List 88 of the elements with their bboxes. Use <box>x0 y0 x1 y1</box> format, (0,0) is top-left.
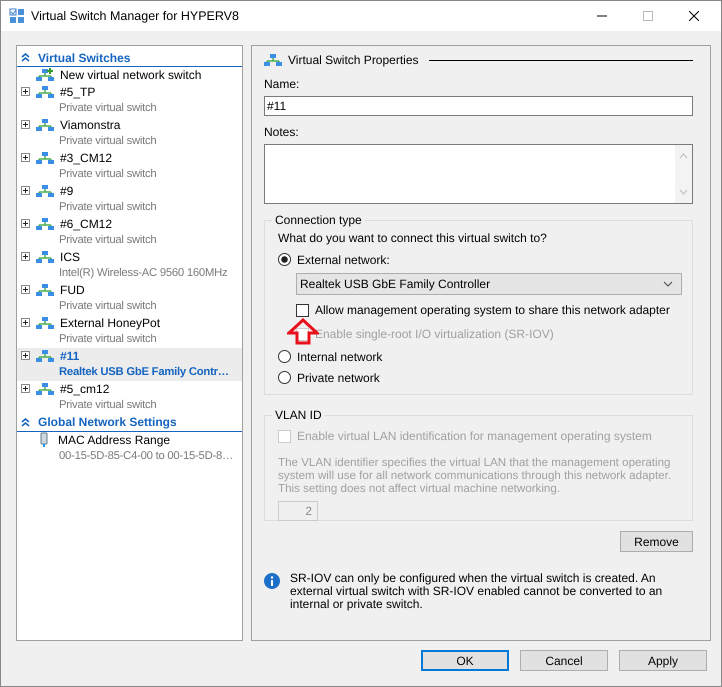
switch-list-item[interactable]: External HoneyPot Private virtual switch <box>17 314 242 348</box>
network-icon <box>264 53 282 67</box>
switch-name: External HoneyPot <box>60 316 160 330</box>
expand-icon[interactable] <box>21 252 30 262</box>
notes-field[interactable] <box>264 144 693 204</box>
name-field[interactable]: #11 <box>264 96 693 116</box>
switch-list-item[interactable]: ICS Intel(R) Wireless-AC 9560 160MHz <box>17 248 242 282</box>
switch-detail: Private virtual switch <box>59 398 156 413</box>
expand-icon[interactable] <box>21 318 30 328</box>
switch-detail: Private virtual switch <box>59 167 156 182</box>
radio-label[interactable]: External network: <box>297 252 390 266</box>
collapse-icon[interactable] <box>21 53 30 62</box>
expand-icon[interactable] <box>21 351 30 360</box>
switch-detail: 00-15-5D-85-C4-00 to 00-15-5D-8… <box>59 449 234 464</box>
switch-name: #11 <box>60 348 80 363</box>
adapter-dropdown[interactable]: Realtek USB GbE Family Controller <box>296 273 682 295</box>
dialog-button[interactable]: OK <box>421 650 509 671</box>
window-title: Virtual Switch Manager for HYPERV8 <box>31 9 239 23</box>
switch-detail: Private virtual switch <box>59 134 156 149</box>
switch-detail: Private virtual switch <box>59 299 156 314</box>
vlan-description: The VLAN identifier specifies the virtual LAN that the management operating system will use for all network communications through this network adapter. This setting does not affect virtual machine networking. <box>278 456 672 495</box>
checkbox[interactable] <box>296 304 309 316</box>
app-icon <box>9 8 25 24</box>
expand-icon[interactable] <box>21 120 30 130</box>
expand-icon[interactable] <box>21 219 30 228</box>
network-icon <box>36 382 54 396</box>
switch-name: #5_cm12 <box>60 382 110 396</box>
radio-label[interactable]: Internal network <box>297 350 382 364</box>
switch-list-item[interactable]: FUD Private virtual switch <box>17 282 242 314</box>
chevron-down-icon <box>663 281 673 287</box>
radio-button[interactable] <box>278 350 291 363</box>
new-switch-icon <box>36 68 54 82</box>
switch-list-item[interactable]: New virtual network switch <box>17 67 242 84</box>
radio-label[interactable]: Private network <box>297 370 380 384</box>
close-icon[interactable] <box>689 11 699 21</box>
switch-name: #5_TP <box>60 84 96 99</box>
collapse-icon[interactable] <box>21 418 30 426</box>
switch-name: #3_CM12 <box>60 150 112 165</box>
network-icon <box>36 316 54 330</box>
info-icon <box>264 573 280 589</box>
expand-icon[interactable] <box>21 153 30 162</box>
network-icon <box>36 84 54 99</box>
remove-button[interactable]: Remove <box>620 531 693 552</box>
network-icon <box>36 282 54 297</box>
info-text: SR-IOV can only be configured when the virtual switch is created. An external virtual switch with SR-IOV enabled cannot be converted to an internal or private switch. <box>290 572 664 611</box>
dialog-button[interactable]: Apply <box>619 650 707 671</box>
group-legend: Connection type <box>272 213 365 228</box>
field-label: Name: <box>264 77 300 92</box>
radio-button[interactable] <box>278 253 291 266</box>
switch-detail: Intel(R) Wireless-AC 9560 160MHz <box>59 266 228 281</box>
radio-button[interactable] <box>278 371 291 384</box>
expand-icon[interactable] <box>21 87 30 96</box>
checkbox-label[interactable]: Allow management operating system to share this network adapter <box>315 303 670 317</box>
switch-name: #6_CM12 <box>60 216 112 231</box>
switch-name: MAC Address Range <box>58 432 170 447</box>
expand-icon[interactable] <box>21 186 30 196</box>
switch-name: #9 <box>60 184 74 198</box>
switch-list-item[interactable]: #6_CM12 Private virtual switch <box>17 216 242 248</box>
section-title: Virtual Switch Properties <box>288 53 418 67</box>
network-icon <box>36 150 54 165</box>
switch-detail: Private virtual switch <box>59 233 156 248</box>
section-title: Virtual Switches <box>38 50 130 64</box>
switch-name: Viamonstra <box>60 118 120 132</box>
dialog-button[interactable]: Cancel <box>520 650 608 671</box>
expand-icon[interactable] <box>21 384 30 394</box>
switch-name: New virtual network switch <box>60 68 202 82</box>
switch-list-item[interactable]: #5_TP Private virtual switch <box>17 84 242 116</box>
switch-list-item[interactable]: #11 Realtek USB GbE Family Contr… <box>17 348 242 380</box>
network-icon <box>36 348 54 363</box>
switch-detail: Private virtual switch <box>59 101 156 116</box>
network-icon <box>36 184 54 198</box>
switch-detail: Private virtual switch <box>59 200 156 215</box>
network-icon <box>36 216 54 231</box>
switch-list-item[interactable]: #3_CM12 Private virtual switch <box>17 150 242 182</box>
network-icon <box>36 250 54 264</box>
switch-list-item[interactable]: Viamonstra Private virtual switch <box>17 116 242 150</box>
question-text: What do you want to connect this virtual switch to? <box>278 231 548 247</box>
switch-detail: Realtek USB GbE Family Contr… <box>59 365 229 380</box>
network-icon <box>36 118 54 132</box>
switch-name: FUD <box>60 282 85 297</box>
switch-list-item[interactable]: #5_cm12 Private virtual switch <box>17 380 242 414</box>
switch-name: ICS <box>60 250 80 264</box>
expand-icon[interactable] <box>21 285 30 294</box>
field-label: Notes: <box>264 125 300 140</box>
switch-list-item[interactable]: MAC Address Range 00-15-5D-85-C4-00 to 00-15-5D-8… <box>17 432 242 464</box>
switch-detail: Private virtual switch <box>59 332 156 347</box>
switch-list-item[interactable]: #9 Private virtual switch <box>17 182 242 216</box>
section-title: Global Network Settings <box>38 415 177 429</box>
